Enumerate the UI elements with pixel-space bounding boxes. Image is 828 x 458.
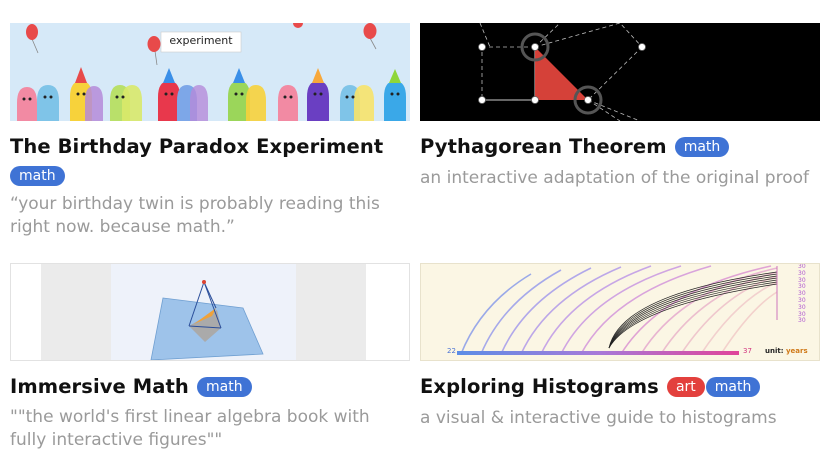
- point-d-icon: [478, 96, 486, 104]
- birthday-paradox-thumbnail[interactable]: experiment: [10, 23, 410, 121]
- pythagorean-diagram: [478, 23, 646, 121]
- card-title[interactable]: Pythagorean Theorem: [420, 135, 667, 158]
- tag-math[interactable]: math: [674, 136, 730, 157]
- card-description: an interactive adaptation of the origina…: [420, 168, 809, 188]
- balloon-icon: [147, 36, 161, 52]
- experiment-sign-label: experiment: [169, 34, 233, 47]
- axis-start-label: 22: [447, 347, 456, 355]
- balloon-icon: [26, 24, 38, 40]
- pythagorean-thumbnail[interactable]: [420, 23, 820, 121]
- card-birthday-paradox[interactable]: experiment The Birthday Paradox Experime…: [10, 23, 410, 243]
- card-description: “your birthday twin is probably reading …: [10, 194, 380, 237]
- point-g-icon: [531, 43, 539, 51]
- histograms-figure: [457, 265, 778, 355]
- point-e-icon: [638, 43, 646, 51]
- card-title[interactable]: Exploring Histograms: [420, 375, 659, 398]
- unit-text: unit:: [765, 347, 784, 355]
- card-description: ""the world's first linear algebra book …: [10, 407, 370, 450]
- point-a-icon: [531, 96, 539, 104]
- card-immersive-math[interactable]: Immersive Math math ""the world's first …: [10, 263, 410, 453]
- axis-end-label: 37: [743, 347, 752, 355]
- card-description: a visual & interactive guide to histogra…: [420, 408, 777, 428]
- card-exploring-histograms[interactable]: 22 37 unit: years 30 30 30 30 30 30 30 3…: [420, 263, 820, 443]
- tick-column: 30 30 30 30 30 30 30 30 30: [798, 264, 806, 325]
- histograms-thumbnail[interactable]: 22 37 unit: years 30 30 30 30 30 30 30 3…: [420, 263, 820, 361]
- point-c-icon: [584, 96, 592, 104]
- tag-math[interactable]: math: [10, 165, 65, 186]
- tag-math[interactable]: math: [705, 376, 761, 397]
- tag-math[interactable]: math: [197, 376, 252, 397]
- tag-art[interactable]: art: [666, 376, 705, 397]
- balloon-icon: [363, 23, 377, 39]
- unit-value: years: [785, 347, 808, 355]
- unit-label: unit: years: [765, 347, 808, 355]
- card-title[interactable]: Immersive Math: [10, 375, 189, 398]
- tick-label: 30: [798, 317, 806, 325]
- point-b-icon: [478, 43, 486, 51]
- card-title[interactable]: The Birthday Paradox Experiment: [10, 135, 383, 158]
- card-pythagorean-theorem[interactable]: Pythagorean Theorem math an interactive …: [420, 23, 820, 203]
- immersive-math-thumbnail[interactable]: [10, 263, 410, 361]
- balloon-icon: [293, 23, 303, 28]
- immersive-math-figure: [41, 264, 366, 360]
